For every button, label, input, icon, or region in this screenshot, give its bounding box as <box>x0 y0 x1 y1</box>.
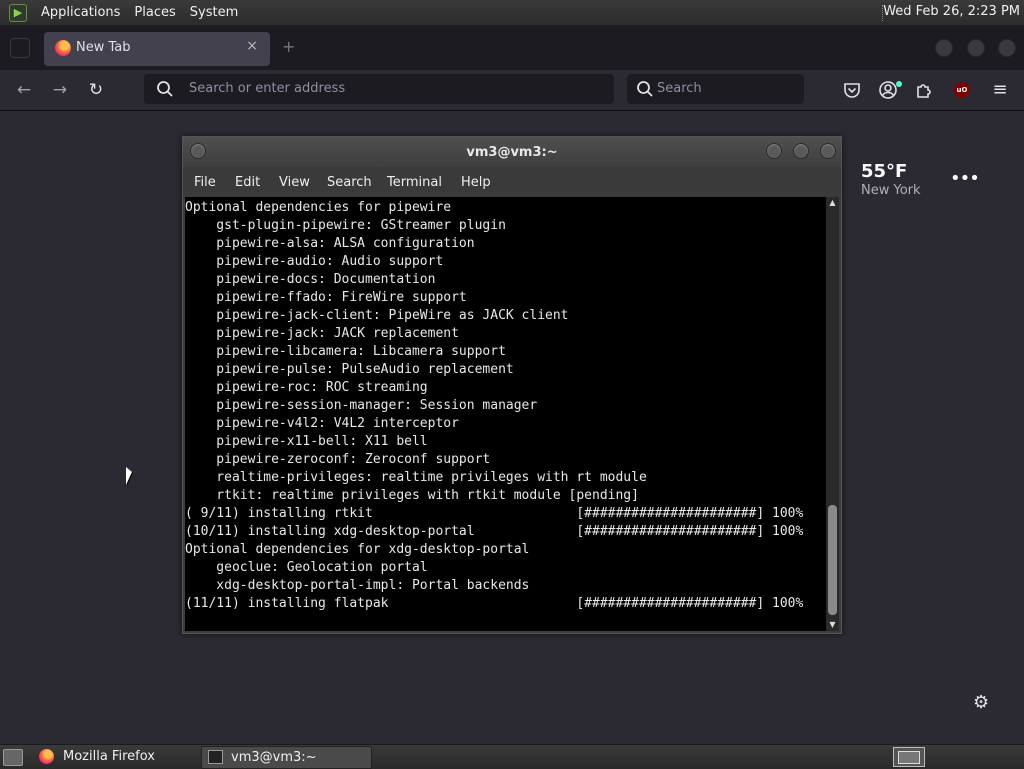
workspace-switcher[interactable] <box>893 747 925 767</box>
terminal-minimize-button[interactable] <box>766 143 782 159</box>
terminal-window[interactable]: vm3@vm3:~ File Edit View Search Terminal… <box>182 136 842 634</box>
weather-options-icon[interactable]: ••• <box>950 168 980 189</box>
terminal-output[interactable]: Optional dependencies for pipewire gst-p… <box>185 197 826 631</box>
taskbar-label: Mozilla Firefox <box>63 749 155 764</box>
firefox-view-icon[interactable] <box>10 38 30 58</box>
close-window-button[interactable] <box>998 39 1016 57</box>
top-panel: ▶ Applications Places System Wed Feb 26,… <box>0 0 1024 26</box>
account-badge <box>896 81 902 87</box>
reload-button[interactable]: ↻ <box>84 78 108 102</box>
maximize-window-button[interactable] <box>967 39 985 57</box>
menu-terminal[interactable]: Terminal <box>387 175 442 190</box>
terminal-text: Optional dependencies for pipewire gst-p… <box>185 200 804 611</box>
settings-gear-icon[interactable]: ⚙ <box>973 692 989 713</box>
url-placeholder: Search or enter address <box>189 81 346 96</box>
taskbar-label: vm3@vm3:~ <box>231 750 317 765</box>
taskbar: Mozilla Firefox vm3@vm3:~ <box>0 744 1024 769</box>
places-menu[interactable]: Places <box>134 5 175 20</box>
system-menu[interactable]: System <box>190 5 238 20</box>
tab-title: New Tab <box>76 40 131 55</box>
back-button[interactable]: ← <box>12 78 36 102</box>
distro-logo-icon[interactable]: ▶ <box>9 3 27 22</box>
terminal-maximize-button[interactable] <box>793 143 809 159</box>
navigation-toolbar: ← → ↻ Search or enter address Search uO … <box>0 70 1024 111</box>
taskbar-item-terminal[interactable]: vm3@vm3:~ <box>201 746 372 769</box>
menu-view[interactable]: View <box>279 175 310 190</box>
menu-edit[interactable]: Edit <box>235 175 260 190</box>
firefox-favicon-icon <box>55 40 71 56</box>
terminal-scrollbar[interactable]: ▲ ▼ <box>826 197 839 631</box>
new-tab-button[interactable]: + <box>282 37 295 56</box>
tab-close-icon[interactable]: × <box>246 38 258 54</box>
tab-new-tab[interactable]: New Tab × <box>44 32 270 66</box>
scroll-down-arrow-icon[interactable]: ▼ <box>826 619 839 631</box>
account-icon[interactable] <box>878 80 898 100</box>
minimize-window-button[interactable] <box>935 39 953 57</box>
applications-menu[interactable]: Applications <box>41 5 120 20</box>
firefox-icon <box>39 749 54 764</box>
search-icon <box>637 81 653 97</box>
search-box[interactable]: Search <box>627 74 804 104</box>
weather-temperature[interactable]: 55°F <box>861 161 907 182</box>
mouse-pointer-icon <box>126 467 132 485</box>
terminal-menubar: File Edit View Search Terminal Help <box>183 167 841 197</box>
menu-icon[interactable]: ≡ <box>990 80 1010 100</box>
menu-file[interactable]: File <box>194 175 216 190</box>
search-placeholder: Search <box>657 81 702 96</box>
weather-city[interactable]: New York <box>861 183 921 198</box>
search-icon <box>157 81 173 97</box>
taskbar-item-firefox[interactable]: Mozilla Firefox <box>31 746 197 767</box>
pocket-icon[interactable] <box>842 80 862 100</box>
scrollbar-thumb[interactable] <box>828 505 837 615</box>
extensions-icon[interactable] <box>914 80 934 100</box>
url-bar[interactable]: Search or enter address <box>144 74 614 104</box>
terminal-titlebar[interactable]: vm3@vm3:~ <box>183 137 841 167</box>
terminal-icon <box>208 750 223 764</box>
forward-button[interactable]: → <box>48 78 72 102</box>
menu-search[interactable]: Search <box>327 175 372 190</box>
ublock-icon[interactable]: uO <box>954 82 970 98</box>
show-desktop-icon[interactable] <box>3 749 23 766</box>
terminal-title: vm3@vm3:~ <box>466 145 558 160</box>
terminal-close-button[interactable] <box>820 143 836 159</box>
menu-help[interactable]: Help <box>461 175 491 190</box>
tab-strip: New Tab × + <box>0 26 1024 70</box>
scroll-up-arrow-icon[interactable]: ▲ <box>826 197 839 209</box>
clock[interactable]: Wed Feb 26, 2:23 PM <box>883 4 1020 19</box>
